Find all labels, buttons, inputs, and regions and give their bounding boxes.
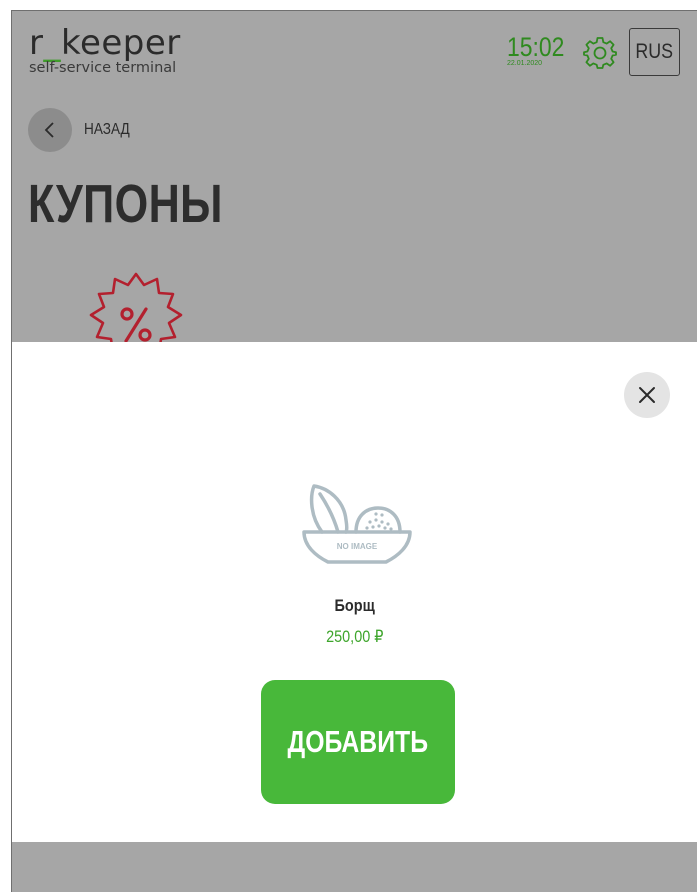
product-price: 250,00 ₽	[326, 627, 384, 646]
logo-subtitle: self-service terminal	[29, 60, 177, 76]
page-title: КУПОНЫ	[28, 174, 223, 234]
chevron-left-icon[interactable]	[28, 108, 72, 152]
kiosk-screen: r_keeper self-service terminal 15:02 22.…	[11, 10, 697, 892]
no-image-placeholder-icon: NO IMAGE	[300, 482, 414, 582]
no-image-text: NO IMAGE	[337, 542, 378, 551]
close-icon[interactable]	[624, 372, 670, 418]
add-button-label: ДОБАВИТЬ	[287, 724, 429, 759]
logo-wordmark: r_keeper	[29, 23, 181, 63]
clock: 15:02 22.01.2020	[507, 33, 575, 67]
add-button[interactable]: ДОБАВИТЬ	[261, 680, 455, 804]
gear-icon[interactable]	[583, 35, 617, 69]
brand-logo: r_keeper self-service terminal	[29, 25, 181, 76]
language-label: RUS	[635, 40, 674, 63]
product-name: Борщ	[334, 596, 376, 615]
language-button[interactable]: RUS	[629, 28, 680, 76]
back-button[interactable]: НАЗАД	[28, 108, 138, 152]
product-modal: NO IMAGE Борщ 250,00 ₽ ДОБАВИТЬ	[12, 342, 697, 842]
back-label[interactable]: НАЗАД	[84, 121, 130, 139]
clock-time: 15:02	[507, 32, 565, 62]
